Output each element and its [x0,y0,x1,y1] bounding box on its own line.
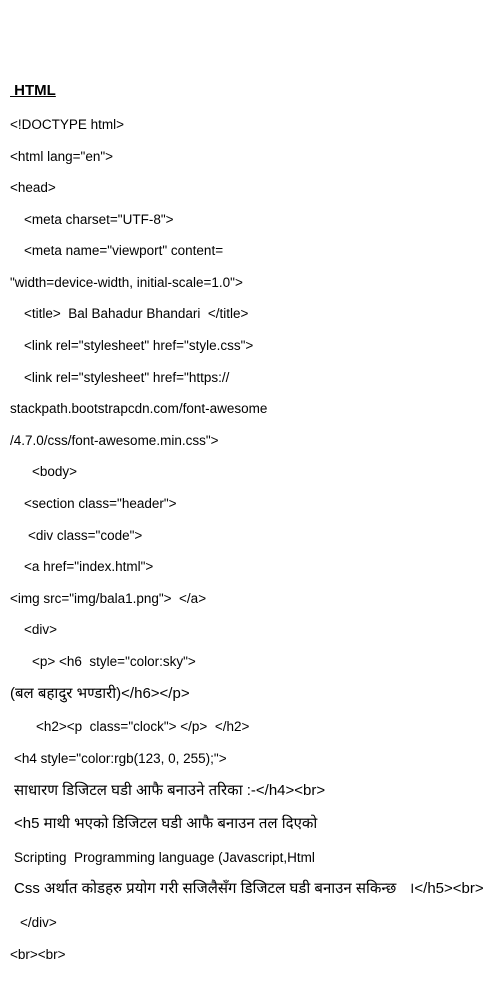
code-line: <section class="header"> [24,496,177,511]
code-line: /4.7.0/css/font-awesome.min.css"> [10,433,219,448]
section-heading: HTML [10,82,56,99]
code-line: <h4 style="color:rgb(123, 0, 255);"> [14,751,227,766]
code-line: <html lang="en"> [10,149,114,164]
code-line: <h5 माथी भएको डिजिटल घडी आफै बनाउन तल दि… [14,815,318,832]
code-line: "width=device-width, initial-scale=1.0"> [10,275,243,290]
code-line: stackpath.bootstrapcdn.com/font-awesome [10,401,268,416]
code-line: <link rel="stylesheet" href="https:// [24,370,230,385]
code-line: Css अर्थात कोडहरु प्रयोग गरी सजिलैसँग डि… [14,880,484,897]
code-line: <meta name="viewport" content= [24,243,224,258]
code-line: साधारण डिजिटल घडी आफै बनाउने तरिका :-</h… [14,782,326,799]
code-line: <div class="code"> [28,528,143,543]
code-line: <h2><p class="clock"> </p> </h2> [36,719,250,734]
code-line: <div> [24,622,58,637]
code-line: Scripting Programming language (Javascri… [14,850,319,865]
code-line: </div> [20,915,57,930]
code-line: <head> [10,180,56,195]
code-line: <title> Bal Bahadur Bhandari </title> [24,306,249,321]
code-line: <a href="index.html"> [24,559,154,574]
code-line: <link rel="stylesheet" href="style.css"> [24,338,254,353]
code-line: <body> [32,464,78,479]
document-page: HTML <!DOCTYPE html> <html lang="en"> <h… [0,0,500,1000]
code-line: <br><br> [10,947,66,962]
code-line: <meta charset="UTF-8"> [24,212,174,227]
code-line: <p> <h6 style="color:sky"> [32,654,196,669]
code-line: (बल बहादुर भण्डारी)</h6></p> [10,685,190,702]
code-line: <img src="img/bala1.png"> </a> [10,591,207,606]
code-line: <!DOCTYPE html> [10,117,125,132]
